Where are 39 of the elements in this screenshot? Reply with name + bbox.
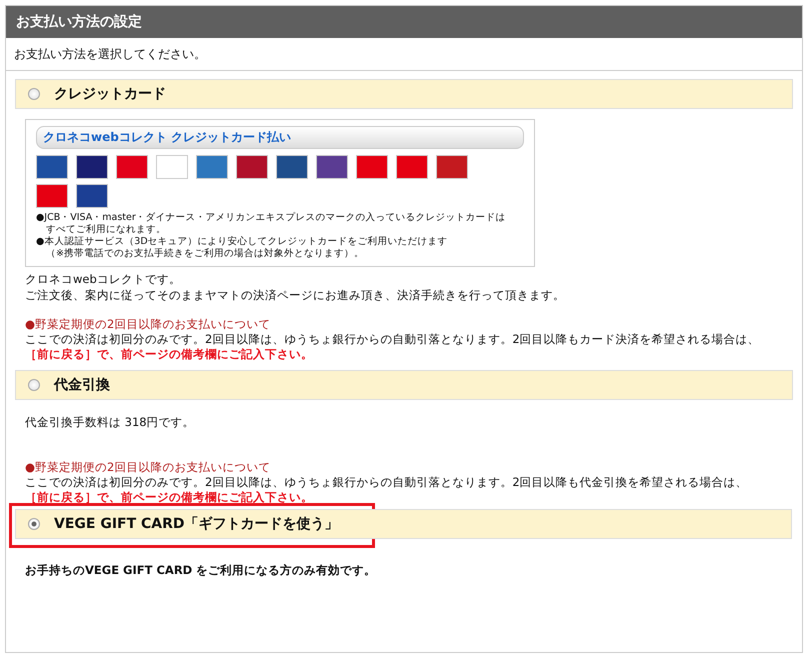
card-logo-icon [116, 155, 148, 179]
card-logo-icon [36, 155, 68, 179]
description-text: ご注文後、案内に従ってそのままヤマトの決済ページにお進み頂き、決済手続きを行って頂きます。 [25, 287, 566, 303]
notice-instruction: ［前に戻る］で、前ページの備考欄にご記入下さい。 [25, 347, 314, 362]
card-logo-icon [196, 155, 228, 179]
card-logo-icon [356, 155, 388, 179]
description-text: お手持ちのVEGE GIFT CARD をご利用になる方のみ有効です。 [25, 562, 378, 578]
card-logo-icon [396, 155, 428, 179]
card-logo-icon [156, 155, 188, 179]
method-header[interactable]: クレジットカード [15, 79, 793, 109]
bullet-text: ●JCB・VISA・master・ダイナース・アメリカンエキスプレスのマークの入っているクレジットカードは [36, 212, 507, 224]
method-label: VEGE GIFT CARD「ギフトカードを使う」 [54, 515, 339, 533]
bullet-text: ●本人認証サービス（3Dセキュア）により安心してクレジットカードをご利用いただけます [36, 236, 449, 248]
card-logo-icon [36, 184, 68, 208]
notice-title: ●野菜定期便の2回目以降のお支払いについて [25, 317, 272, 332]
instruction-text: お支払い方法を選択してください。 [6, 38, 802, 71]
radio-button[interactable] [28, 88, 40, 100]
description-text: クロネコwebコレクトです。 [25, 271, 182, 287]
bullet-text: （※携帯電話でのお支払手続きをご利用の場合は対象外となります）。 [45, 248, 365, 260]
radio-button[interactable] [28, 518, 40, 530]
method-header[interactable]: 代金引換 [15, 370, 793, 400]
radio-button[interactable] [28, 379, 40, 391]
card-logo-icon [316, 155, 348, 179]
card-logo-icon [76, 184, 108, 208]
panel-title: お支払い方法の設定 [6, 6, 802, 38]
notice-text: ここでの決済は初回分のみです。2回目以降は、ゆうちょ銀行からの自動引落となります。2回目以降もカード決済を希望される場合は、 [25, 332, 761, 347]
notice-instruction: ［前に戻る］で、前ページの備考欄にご記入下さい。 [25, 490, 314, 505]
card-logo-icon [76, 155, 108, 179]
method-label: クレジットカード [54, 85, 166, 103]
notice-text: ここでの決済は初回分のみです。2回目以降は、ゆうちょ銀行からの自動引落となります。2回目以降も代金引換を希望される場合は、 [25, 475, 749, 490]
bullet-text: すべてご利用になれます。 [45, 224, 167, 236]
card-logo-icon [236, 155, 268, 179]
card-logo-icon [276, 155, 308, 179]
notice-title: ●野菜定期便の2回目以降のお支払いについて [25, 460, 272, 475]
panel-banner: クロネコwebコレクト クレジットカード払い [36, 126, 524, 149]
method-header[interactable]: VEGE GIFT CARD「ギフトカードを使う」 [15, 509, 792, 539]
description-text: 代金引換手数料は 318円です。 [25, 414, 196, 430]
method-label: 代金引換 [54, 376, 110, 394]
card-logo-icon [436, 155, 468, 179]
